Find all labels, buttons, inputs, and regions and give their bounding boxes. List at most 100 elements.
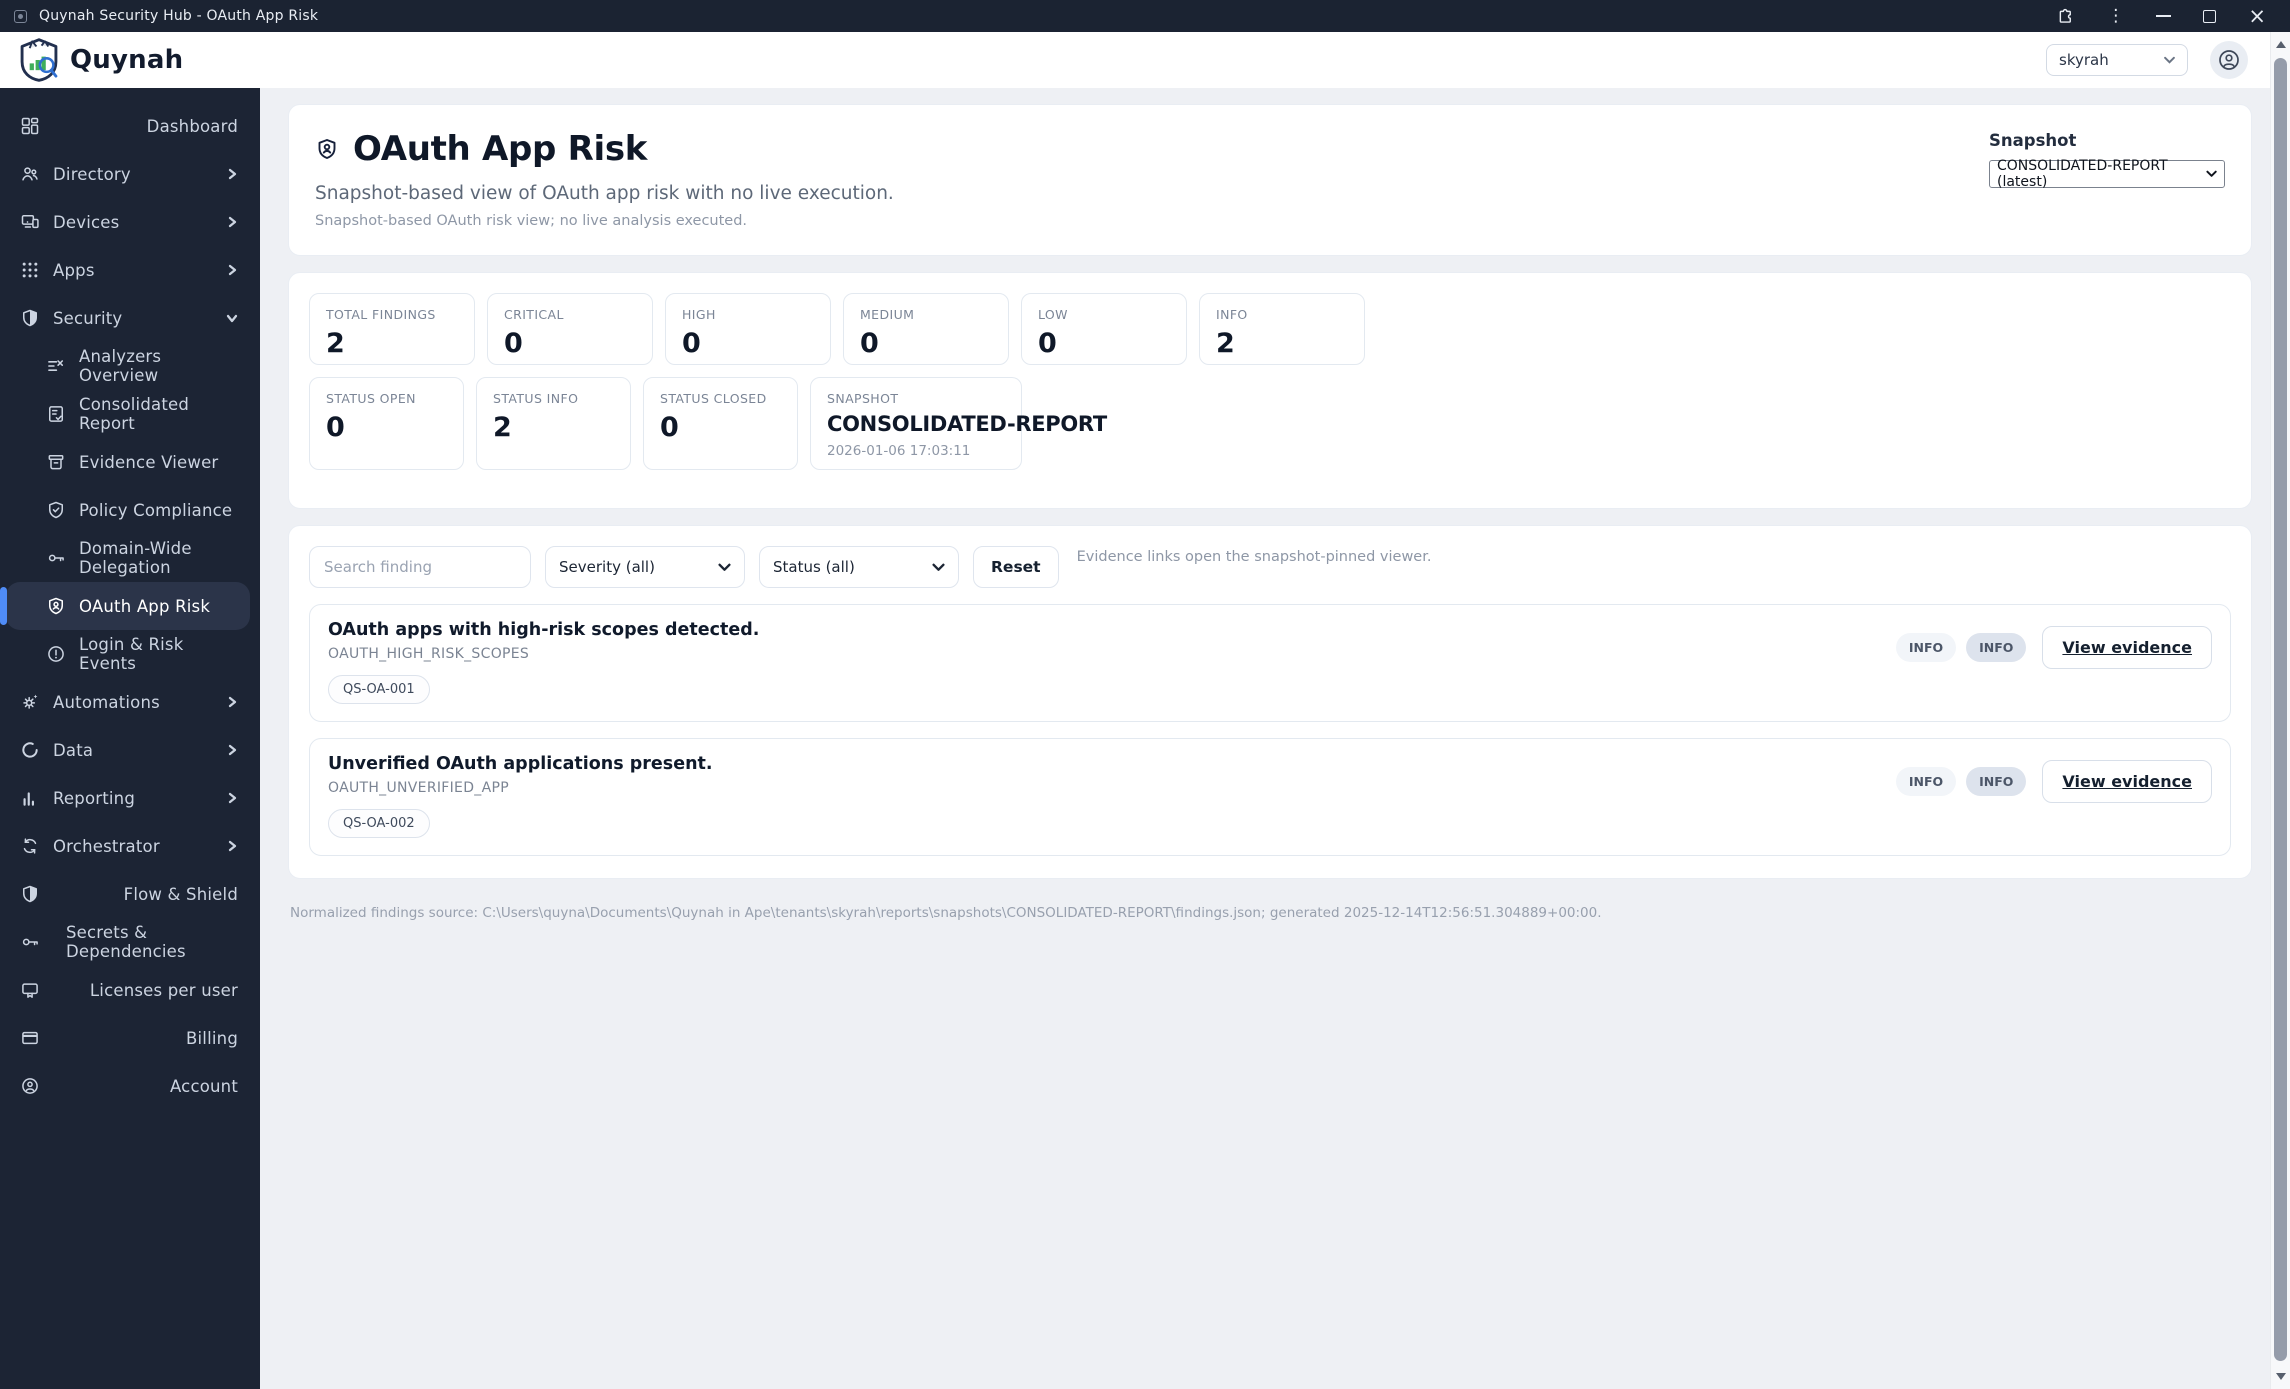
data-circle-icon — [22, 742, 38, 758]
filters-note: Evidence links open the snapshot-pinned … — [1076, 549, 1432, 565]
severity-badge: INFO — [1895, 767, 1957, 796]
sidebar-item-billing[interactable]: Billing — [0, 1014, 260, 1062]
severity-select-value: Severity (all) — [559, 558, 655, 576]
sidebar-item-devices[interactable]: Devices — [0, 198, 260, 246]
sidebar-item-label: Licenses per user — [89, 980, 238, 1000]
sidebar-item-secrets-and-dependencies[interactable]: Secrets & Dependencies — [0, 918, 260, 966]
scroll-down-arrow-icon[interactable] — [2275, 1373, 2286, 1380]
account-avatar-button[interactable] — [2210, 41, 2248, 79]
sidebar-item-account[interactable]: Account — [0, 1062, 260, 1110]
sidebar-item-licenses-per-user[interactable]: Licenses per user — [0, 966, 260, 1014]
stat-info: INFO 2 — [1199, 293, 1365, 365]
stat-label: HIGH — [682, 307, 716, 322]
finding-row: Unverified OAuth applications present. O… — [309, 738, 2231, 856]
stat-critical: CRITICAL 0 — [487, 293, 653, 365]
findings-source-note: Normalized findings source: C:\Users\quy… — [290, 905, 1602, 921]
sidebar-item-label: Account — [169, 1076, 238, 1096]
stat-value: 2 — [493, 412, 512, 443]
search-input[interactable] — [309, 546, 531, 588]
sidebar-item-label: Security — [53, 308, 123, 328]
dashboard-grid-icon — [21, 117, 39, 135]
snapshot-select[interactable]: CONSOLIDATED-REPORT (latest) — [1989, 158, 2225, 190]
sidebar-item-analyzers-overview[interactable]: Analyzers Overview — [0, 342, 260, 390]
key-icon — [22, 938, 38, 946]
chevron-right-icon — [228, 264, 237, 276]
stat-value: CONSOLIDATED-REPORT — [827, 412, 1107, 436]
sidebar-item-label: Apps — [53, 260, 95, 280]
sidebar-item-login-risk-events[interactable]: Login & Risk Events — [0, 630, 260, 678]
app-favicon-icon — [14, 9, 27, 23]
sidebar-item-label: Policy Compliance — [79, 500, 233, 520]
sidebar-item-label: Analyzers Overview — [79, 347, 162, 385]
sidebar-item-oauth-app-risk[interactable]: OAuth App Risk — [0, 582, 250, 630]
status-select[interactable]: Status (all) — [759, 546, 959, 588]
chevron-right-icon — [228, 840, 237, 852]
tenant-select-value: skyrah — [2059, 51, 2109, 69]
apps-grid-icon — [22, 262, 38, 278]
status-select-value: Status (all) — [773, 558, 855, 576]
sidebar-item-security[interactable]: Security — [0, 294, 260, 342]
shield-icon — [23, 309, 37, 327]
key-icon — [48, 554, 64, 562]
app-header: Quynah skyrah — [0, 32, 2270, 88]
snapshot-select-value: CONSOLIDATED-REPORT (latest) — [1997, 158, 2168, 190]
scrollbar-thumb[interactable] — [2274, 58, 2287, 1361]
sidebar: Dashboard Directory Devices Apps Securit… — [0, 88, 260, 1389]
finding-rule-code: OAUTH_UNVERIFIED_APP — [328, 780, 509, 796]
sidebar-item-directory[interactable]: Directory — [0, 150, 260, 198]
stat-status-info: STATUS INFO 2 — [476, 377, 631, 470]
finding-id-badge: QS-OA-001 — [328, 675, 430, 704]
view-evidence-button[interactable]: View evidence — [2042, 626, 2212, 669]
sidebar-item-consolidated-report[interactable]: Consolidated Report — [0, 390, 260, 438]
view-evidence-button[interactable]: View evidence — [2042, 760, 2212, 803]
sidebar-item-automations[interactable]: Automations — [0, 678, 260, 726]
sidebar-item-flow-and-shield[interactable]: Flow & Shield — [0, 870, 260, 918]
report-check-icon — [49, 406, 63, 422]
sidebar-item-label: Dashboard — [146, 116, 238, 136]
stat-label: STATUS INFO — [493, 391, 579, 406]
scroll-up-arrow-icon[interactable] — [2275, 41, 2286, 48]
maximize-button[interactable] — [2203, 9, 2217, 23]
sidebar-item-label: Directory — [53, 164, 131, 184]
sidebar-item-policy-compliance[interactable]: Policy Compliance — [0, 486, 260, 534]
chevron-right-icon — [228, 792, 237, 804]
sidebar-item-label: Consolidated Report — [79, 395, 190, 433]
shield-person-icon — [318, 139, 336, 159]
archive-box-icon — [48, 455, 64, 470]
reset-button[interactable]: Reset — [973, 546, 1059, 588]
page-header-card: OAuth App Risk Snapshot-based view of OA… — [288, 104, 2252, 256]
main-content: OAuth App Risk Snapshot-based view of OA… — [260, 88, 2270, 1389]
stat-low: LOW 0 — [1021, 293, 1187, 365]
finding-row: OAuth apps with high-risk scopes detecte… — [309, 604, 2231, 722]
stat-value: 0 — [504, 328, 523, 359]
sidebar-item-label: Domain-Wide Delegation — [79, 539, 192, 577]
sidebar-item-domain-wide-delegation[interactable]: Domain-Wide Delegation — [0, 534, 260, 582]
stat-value: 0 — [326, 412, 345, 443]
sidebar-item-label: OAuth App Risk — [79, 596, 211, 616]
minimize-button[interactable] — [2156, 15, 2172, 17]
sidebar-item-data[interactable]: Data — [0, 726, 260, 774]
close-button[interactable]: × — [2248, 5, 2266, 27]
stat-label: CRITICAL — [504, 307, 564, 322]
severity-select[interactable]: Severity (all) — [545, 546, 745, 588]
stat-value: 0 — [1038, 328, 1057, 359]
sidebar-item-evidence-viewer[interactable]: Evidence Viewer — [0, 438, 260, 486]
sidebar-item-label: Reporting — [53, 788, 136, 808]
extensions-puzzle-icon[interactable] — [2056, 7, 2075, 26]
stat-label: MEDIUM — [860, 307, 915, 322]
sidebar-item-apps[interactable]: Apps — [0, 246, 260, 294]
sidebar-item-orchestrator[interactable]: Orchestrator — [0, 822, 260, 870]
browser-menu-kebab-icon[interactable]: ⋮ — [2107, 7, 2124, 25]
stat-label: INFO — [1216, 307, 1248, 322]
chevron-down-icon — [226, 314, 238, 322]
vertical-scrollbar[interactable] — [2270, 32, 2290, 1389]
stat-total-findings: TOTAL FINDINGS 2 — [309, 293, 475, 365]
stat-high: HIGH 0 — [665, 293, 831, 365]
license-ribbon-icon — [22, 983, 38, 998]
sidebar-item-dashboard[interactable]: Dashboard — [0, 102, 260, 150]
tenant-select[interactable]: skyrah — [2046, 44, 2188, 76]
stat-status-closed: STATUS CLOSED 0 — [643, 377, 798, 470]
shield-icon — [23, 885, 37, 903]
stat-label: SNAPSHOT — [827, 391, 899, 406]
sidebar-item-reporting[interactable]: Reporting — [0, 774, 260, 822]
